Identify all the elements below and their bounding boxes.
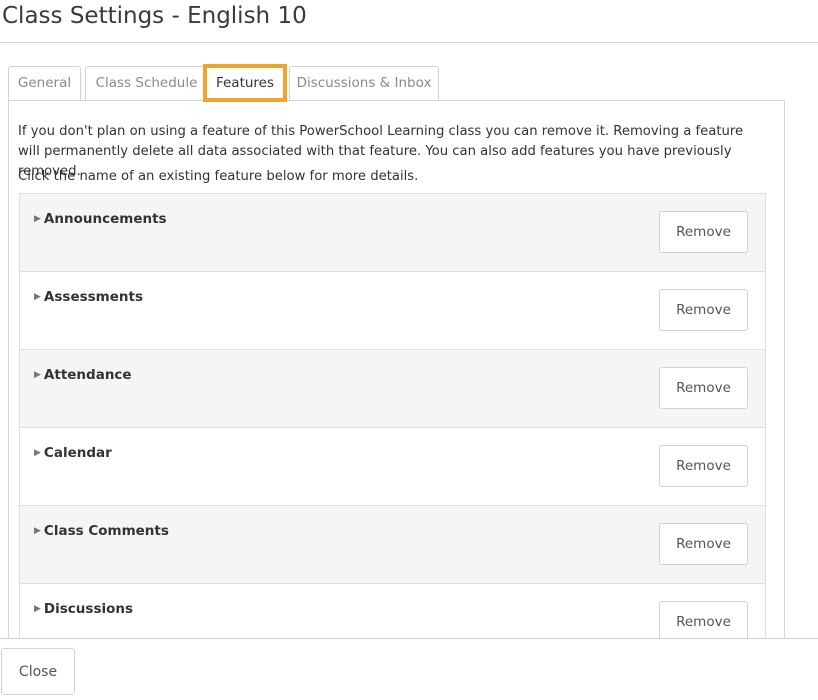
feature-name-label: Announcements	[43, 211, 167, 227]
feature-row-assessments: ▶ Assessments Remove	[20, 272, 765, 350]
feature-name-link[interactable]: ▶ Class Comments	[34, 523, 169, 539]
feature-name-label: Calendar	[43, 445, 112, 461]
footer-divider	[0, 638, 818, 639]
remove-button[interactable]: Remove	[659, 367, 748, 409]
feature-name-label: Attendance	[43, 367, 132, 383]
features-list: ▶ Announcements Remove ▶ Assessments Remov…	[19, 193, 766, 638]
feature-name-link[interactable]: ▶ Discussions	[34, 601, 133, 617]
feature-row-discussions: ▶ Discussions Remove	[20, 584, 765, 638]
triangle-right-icon: ▶	[34, 604, 41, 614]
tab-features[interactable]: Features	[203, 64, 287, 102]
title-divider	[0, 42, 818, 43]
triangle-right-icon: ▶	[34, 448, 41, 458]
feature-name-link[interactable]: ▶ Assessments	[34, 289, 143, 305]
page-title: Class Settings - English 10	[2, 3, 307, 29]
feature-row-announcements: ▶ Announcements Remove	[20, 194, 765, 272]
triangle-right-icon: ▶	[34, 370, 41, 380]
feature-name-link[interactable]: ▶ Attendance	[34, 367, 132, 383]
triangle-right-icon: ▶	[34, 526, 41, 536]
tab-class-schedule[interactable]: Class Schedule	[85, 66, 208, 100]
feature-name-link[interactable]: ▶ Calendar	[34, 445, 112, 461]
remove-button[interactable]: Remove	[659, 601, 748, 638]
triangle-right-icon: ▶	[34, 214, 41, 224]
feature-name-label: Assessments	[43, 289, 143, 305]
remove-button[interactable]: Remove	[659, 523, 748, 565]
feature-row-calendar: ▶ Calendar Remove	[20, 428, 765, 506]
feature-row-class-comments: ▶ Class Comments Remove	[20, 506, 765, 584]
remove-button[interactable]: Remove	[659, 445, 748, 487]
features-panel: If you don't plan on using a feature of …	[8, 100, 785, 638]
feature-name-label: Class Comments	[43, 523, 169, 539]
triangle-right-icon: ▶	[34, 292, 41, 302]
feature-row-attendance: ▶ Attendance Remove	[20, 350, 765, 428]
features-instruction-text: Click the name of an existing feature be…	[18, 169, 419, 184]
tab-discussions-inbox[interactable]: Discussions & Inbox	[289, 66, 439, 100]
feature-name-link[interactable]: ▶ Announcements	[34, 211, 167, 227]
tab-general[interactable]: General	[8, 66, 81, 100]
feature-name-label: Discussions	[43, 601, 134, 617]
remove-button[interactable]: Remove	[659, 211, 748, 253]
close-button[interactable]: Close	[1, 648, 75, 695]
remove-button[interactable]: Remove	[659, 289, 748, 331]
